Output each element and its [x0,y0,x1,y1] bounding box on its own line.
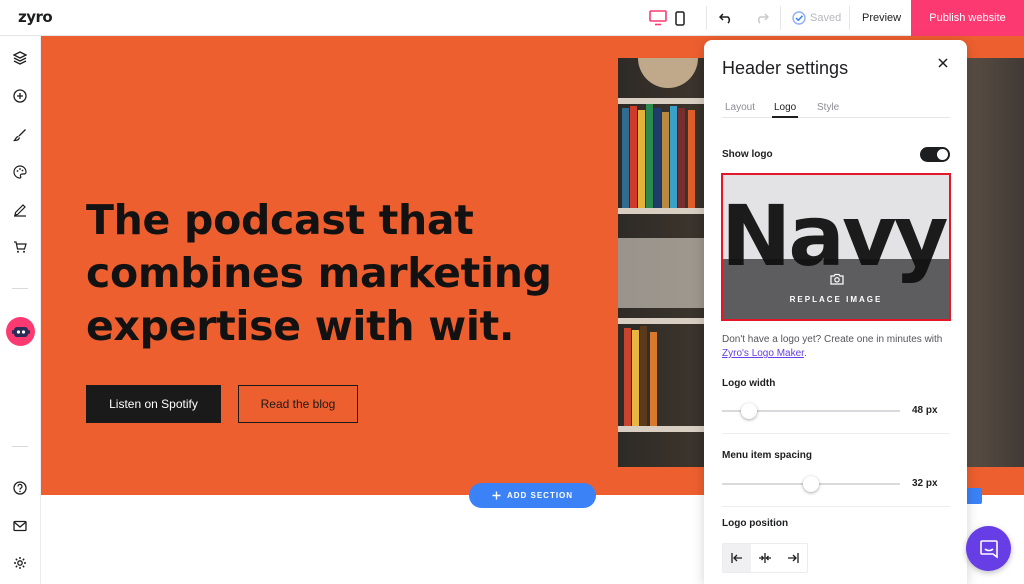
logo-preview-text: Navy [721,187,948,285]
align-center-icon [759,553,771,563]
tab-layout[interactable]: Layout [725,102,755,118]
edit-button[interactable] [11,201,29,219]
palette-icon [13,165,27,179]
align-center-button[interactable] [751,544,779,572]
toolbar-divider [706,6,707,30]
preview-button[interactable]: Preview [862,12,901,24]
show-logo-toggle[interactable] [920,147,950,162]
add-section-button[interactable]: ADD SECTION [469,483,596,508]
left-sidebar [0,36,41,584]
ai-assistant-button[interactable] [6,317,35,346]
align-left-button[interactable] [723,544,751,572]
help-button[interactable] [11,479,29,497]
palette-button[interactable] [11,163,29,181]
align-right-button[interactable] [779,544,807,572]
layers-button[interactable] [11,49,29,67]
brush-button[interactable] [11,126,29,144]
publish-button[interactable]: Publish website [911,0,1024,36]
camera-icon [830,273,844,285]
brush-icon [13,129,26,142]
save-status: Saved [792,0,841,36]
close-icon [938,58,948,68]
logo-width-label: Logo width [722,378,776,389]
logo-position-label: Logo position [722,518,789,529]
section-handle[interactable] [966,488,982,504]
menu-spacing-slider[interactable] [722,476,900,492]
plus-icon [492,491,501,500]
read-the-blog-button[interactable]: Read the blog [238,385,358,423]
logo-image-picker[interactable]: Navy REPLACE IMAGE [721,173,951,321]
replace-image-label[interactable]: REPLACE IMAGE [723,295,949,304]
redo-button[interactable] [752,0,772,36]
toolbar-divider [849,6,850,30]
desktop-view-button[interactable] [646,0,670,36]
logo-position-selector [722,543,808,573]
panel-divider [722,433,950,434]
settings-button[interactable] [11,554,29,572]
close-button[interactable] [936,56,950,70]
plus-circle-icon [13,89,27,103]
logo-maker-link[interactable]: Zyro's Logo Maker [722,348,804,359]
mobile-icon [675,10,685,26]
add-section-label: ADD SECTION [506,491,574,500]
mail-icon [13,520,27,532]
top-bar: zyro Saved Preview Publish website [0,0,1024,36]
show-logo-label: Show logo [722,149,773,160]
layers-icon [13,51,27,65]
logo-width-value: 48 px [912,405,938,416]
menu-spacing-label: Menu item spacing [722,450,813,461]
cart-icon [14,241,27,253]
redo-icon [757,13,769,24]
slider-handle[interactable] [741,403,758,419]
align-left-icon [731,553,742,563]
align-right-icon [788,553,799,563]
logo-width-slider[interactable] [722,403,900,419]
header-settings-panel: Header settings Layout Logo Style Show l… [704,40,967,584]
chat-button[interactable] [966,526,1011,571]
messages-button[interactable] [11,517,29,535]
panel-title: Header settings [722,58,849,78]
logo-help-text: Don't have a logo yet? Create one in min… [722,334,943,359]
slider-handle[interactable] [803,476,819,492]
listen-on-spotify-button[interactable]: Listen on Spotify [86,385,221,423]
toolbar-divider [780,6,781,30]
help-icon [13,481,27,495]
robot-icon [11,326,30,337]
device-switcher [646,0,690,36]
saved-label: Saved [810,12,842,24]
panel-divider [722,506,950,507]
pen-icon [14,204,26,217]
saved-check-icon [792,11,806,25]
add-element-button[interactable] [11,87,29,105]
gear-icon [14,557,26,569]
menu-spacing-value: 32 px [912,478,938,489]
store-button[interactable] [11,238,29,256]
mobile-view-button[interactable] [670,0,690,36]
sidebar-divider [12,288,28,289]
desktop-icon [649,10,667,26]
chat-icon [979,539,998,559]
brand-logo[interactable]: zyro [18,8,53,26]
panel-tabs: Layout Logo Style [722,102,950,118]
tab-style[interactable]: Style [817,102,839,118]
hero-headline[interactable]: The podcast that combines marketing expe… [86,194,586,353]
sidebar-divider [12,446,28,447]
undo-icon [719,13,731,24]
tab-logo[interactable]: Logo [772,102,799,118]
undo-button[interactable] [716,0,736,36]
